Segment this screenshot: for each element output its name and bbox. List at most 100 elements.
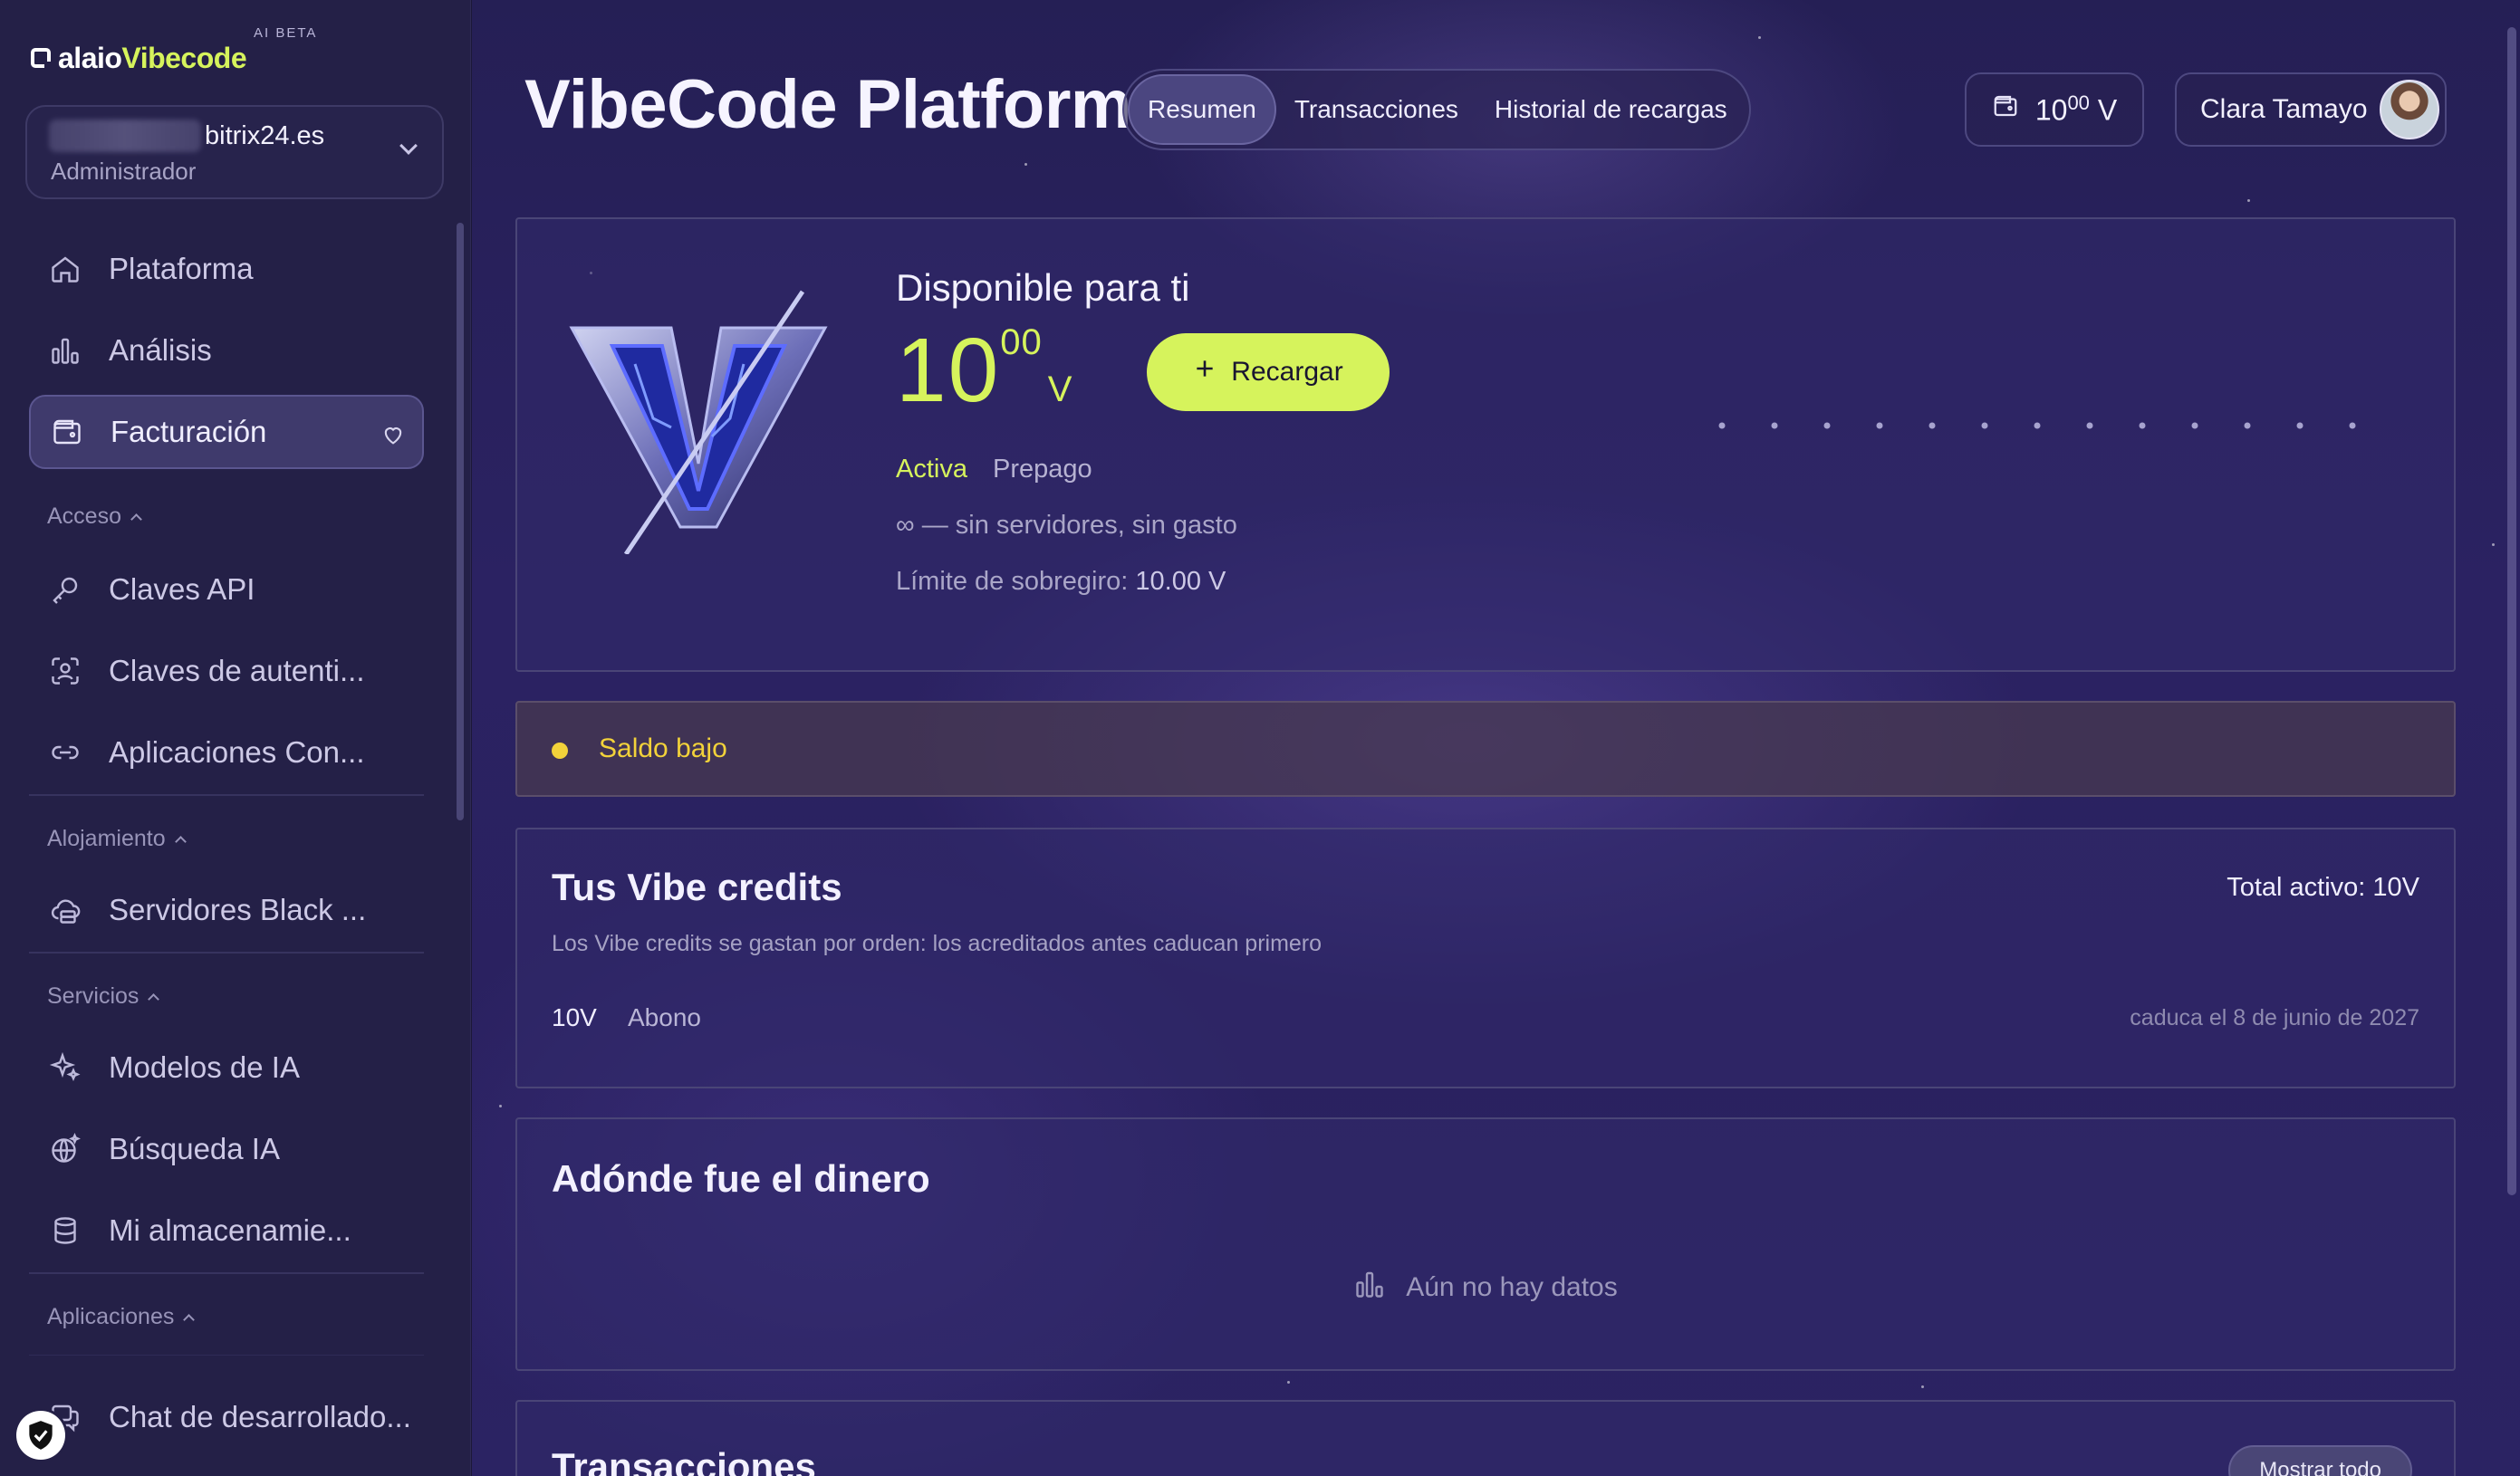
org-domain: bitrix24.es	[205, 121, 325, 150]
recharge-button[interactable]: Recargar	[1147, 333, 1390, 411]
sidebar-item-label: Facturación	[111, 415, 267, 448]
divider	[29, 1272, 424, 1274]
wallet-icon	[1992, 92, 2019, 127]
credit-expiry: caduca el 8 de junio de 2027	[2130, 1005, 2419, 1030]
credits-subtitle: Los Vibe credits se gastan por orden: lo…	[552, 931, 1323, 956]
sparkles-icon	[47, 1049, 83, 1086]
sidebar-item-facturacion[interactable]: Facturación	[29, 395, 424, 469]
chart-icon	[1353, 1268, 1386, 1308]
sidebar-item-claves-api[interactable]: Claves API	[29, 552, 424, 627]
sidebar-item-label: Aplicaciones Con...	[109, 735, 365, 769]
user-menu[interactable]: Clara Tamayo	[2175, 72, 2447, 147]
sidebar-item-label: Búsqueda IA	[109, 1132, 280, 1165]
balance-sparkline	[1668, 422, 2383, 429]
plus-icon	[1193, 357, 1217, 388]
chevron-up-icon	[148, 993, 160, 1005]
section-label: Alojamiento	[47, 826, 166, 851]
sidebar-item-label: Claves de autenti...	[109, 654, 365, 687]
spending-title: Adónde fue el dinero	[552, 1157, 930, 1200]
main-content: VibeCode Platform Resumen Transacciones …	[472, 0, 2520, 1476]
chevron-up-icon	[183, 1314, 196, 1326]
credit-type: Abono	[628, 1003, 701, 1031]
tab-transacciones[interactable]: Transacciones	[1276, 74, 1476, 145]
section-servicios[interactable]: Servicios	[47, 983, 160, 1010]
star-decoration	[1758, 36, 1761, 39]
plan-label: Prepago	[993, 455, 1092, 484]
key-icon	[47, 571, 83, 608]
beta-badge: AI BETA	[254, 25, 318, 41]
account-status: Activa Prepago	[896, 455, 1092, 484]
show-all-button[interactable]: Mostrar todo	[2228, 1445, 2412, 1476]
heart-icon[interactable]	[380, 422, 406, 452]
divider	[29, 1355, 424, 1356]
chevron-up-icon	[130, 513, 142, 525]
chevron-down-icon	[399, 137, 418, 155]
sidebar-item-label: Claves API	[109, 572, 255, 606]
server-icon	[47, 892, 83, 928]
alert-text: Saldo bajo	[599, 733, 727, 763]
spending-card: Adónde fue el dinero Aún no hay datos	[515, 1117, 2456, 1371]
sidebar-scrollbar[interactable]	[457, 223, 464, 820]
database-icon	[47, 1212, 83, 1249]
sidebar-item-label: Mi almacenamie...	[109, 1213, 351, 1247]
sidebar-item-claves-autenticacion[interactable]: Claves de autenti...	[29, 634, 424, 708]
section-alojamiento[interactable]: Alojamiento	[47, 826, 187, 852]
transactions-title: Transacciones	[552, 1445, 816, 1476]
sidebar-item-chat-desarrollador[interactable]: Chat de desarrollado...	[29, 1380, 424, 1454]
wallet-icon	[49, 414, 85, 450]
sidebar-item-servidores[interactable]: Servidores Black ...	[29, 873, 424, 947]
auth-key-icon	[47, 653, 83, 689]
balance-button[interactable]: 1000 V	[1965, 72, 2144, 147]
main-scrollbar[interactable]	[2507, 27, 2516, 1195]
sidebar-item-modelos-ia[interactable]: Modelos de IA	[29, 1030, 424, 1105]
balance-card: Disponible para ti 1000V Recargar Activa…	[515, 217, 2456, 672]
user-name: Clara Tamayo	[2200, 94, 2368, 124]
transactions-card: Transacciones Mostrar todo	[515, 1400, 2456, 1476]
sidebar-item-busqueda-ia[interactable]: Búsqueda IA	[29, 1112, 424, 1186]
recharge-label: Recargar	[1231, 357, 1343, 387]
warning-dot-icon	[552, 743, 568, 759]
sidebar: alaio Vibecode AI BETA bitrix24.es Admin…	[0, 0, 471, 1476]
org-role: Administrador	[51, 158, 197, 185]
brand-name-b: Vibecode	[121, 41, 247, 74]
org-name-redacted	[49, 120, 201, 152]
section-acceso[interactable]: Acceso	[47, 503, 142, 530]
brand-name-a: alaio	[58, 41, 122, 74]
tab-historial-recargas[interactable]: Historial de recargas	[1476, 74, 1746, 145]
credits-total: Total activo: 10V	[2227, 873, 2419, 902]
section-label: Servicios	[47, 983, 139, 1009]
sidebar-item-almacenamiento[interactable]: Mi almacenamie...	[29, 1193, 424, 1268]
tab-resumen[interactable]: Resumen	[1128, 74, 1276, 145]
sidebar-item-label: Modelos de IA	[109, 1050, 300, 1084]
sidebar-item-label: Chat de desarrollado...	[109, 1400, 411, 1433]
sidebar-item-label: Plataforma	[109, 252, 254, 285]
empty-state: Aún no hay datos	[517, 1268, 2454, 1308]
view-tabs: Resumen Transacciones Historial de recar…	[1122, 69, 1751, 150]
available-amount: 1000V	[896, 320, 1074, 421]
brand-logo[interactable]: alaio Vibecode	[31, 40, 247, 76]
vibe-credits-card: Tus Vibe credits Total activo: 10V Los V…	[515, 828, 2456, 1088]
credit-amount: 10V	[552, 1003, 597, 1031]
home-icon	[47, 251, 83, 287]
sidebar-item-label: Análisis	[109, 333, 212, 367]
page-title: VibeCode Platform	[524, 66, 1132, 143]
star-decoration	[2247, 199, 2250, 202]
avatar	[2380, 80, 2439, 139]
status-badge: Activa	[896, 455, 967, 484]
overdraft-limit: Límite de sobregiro: 10.00 V	[896, 567, 1226, 596]
section-aplicaciones[interactable]: Aplicaciones	[47, 1304, 196, 1330]
low-balance-alert: Saldo bajo	[515, 701, 2456, 797]
link-icon	[47, 734, 83, 771]
star-decoration	[499, 1105, 502, 1107]
star-decoration	[1024, 163, 1027, 166]
sidebar-item-plataforma[interactable]: Plataforma	[29, 232, 424, 306]
sidebar-item-analisis[interactable]: Análisis	[29, 313, 424, 388]
chart-icon	[47, 332, 83, 369]
shield-check-icon[interactable]	[16, 1411, 65, 1460]
empty-state-text: Aún no hay datos	[1406, 1272, 1618, 1302]
org-switcher[interactable]: bitrix24.es Administrador	[25, 105, 444, 199]
sidebar-item-aplicaciones-conectadas[interactable]: Aplicaciones Con...	[29, 715, 424, 790]
logo-icon	[31, 48, 53, 70]
star-decoration	[1921, 1385, 1924, 1388]
vibecode-logo-icon	[569, 290, 828, 554]
